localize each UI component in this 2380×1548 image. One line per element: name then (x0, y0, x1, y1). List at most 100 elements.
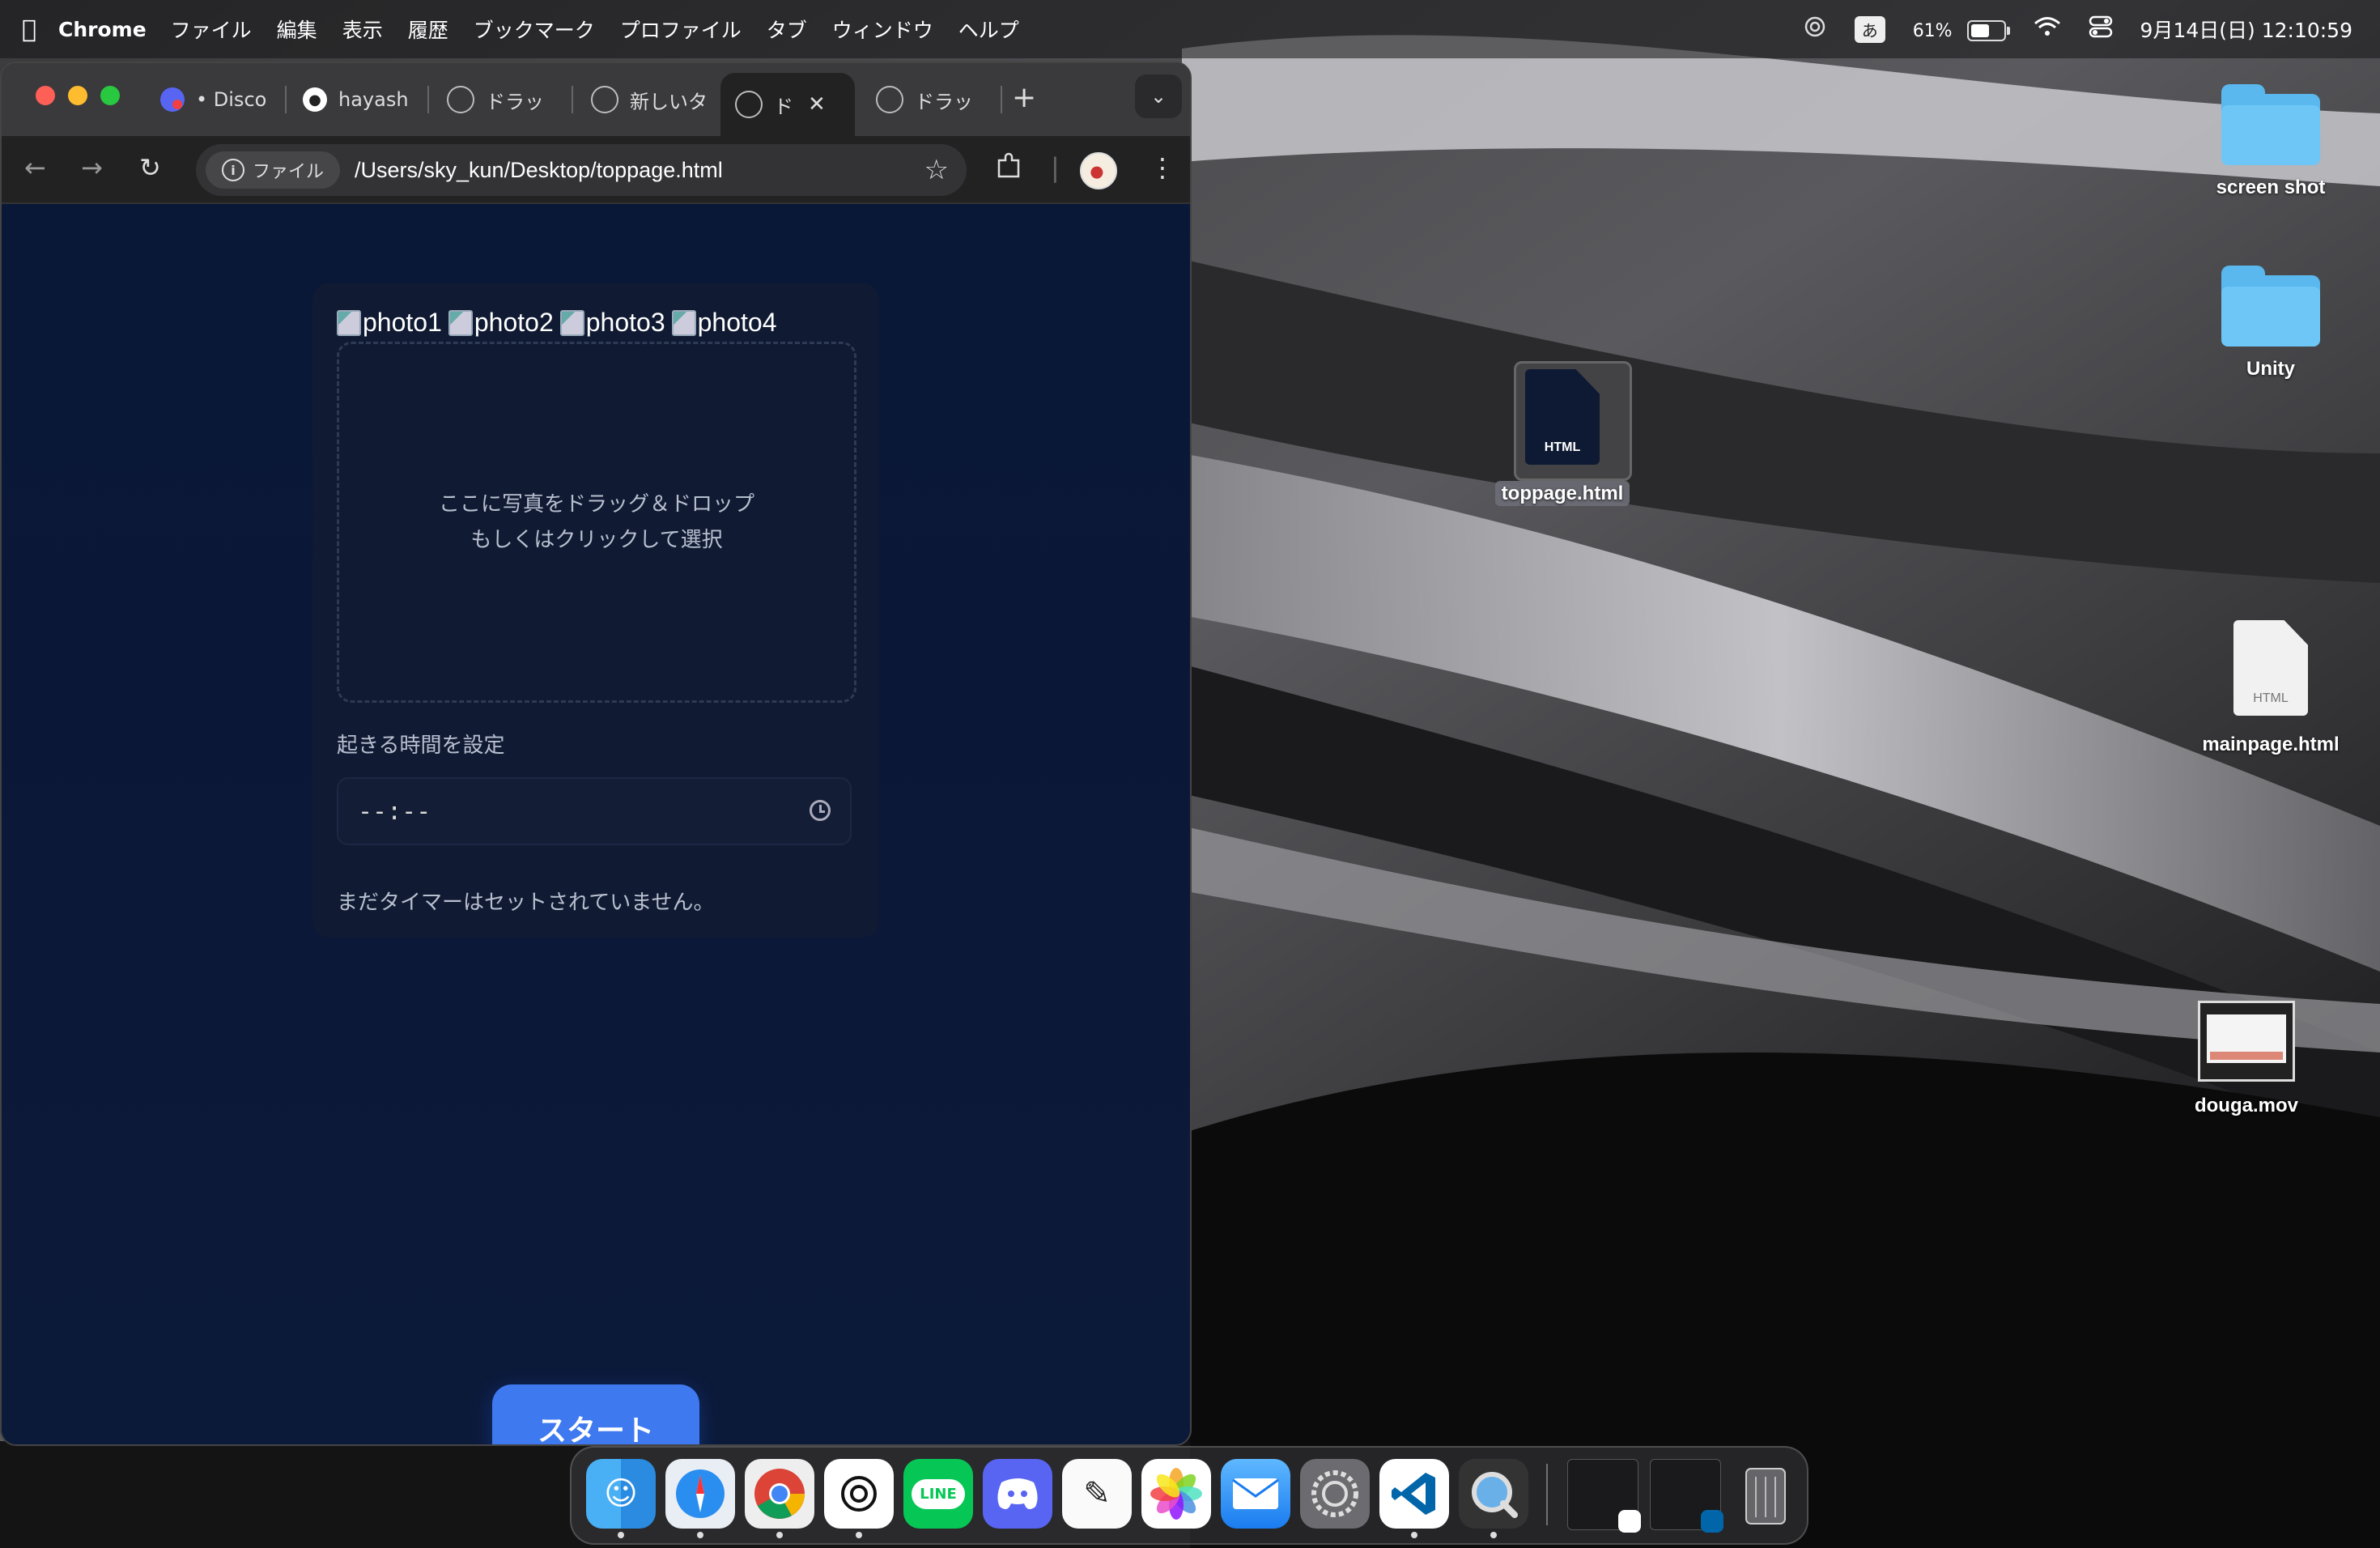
chatgpt-icon[interactable] (824, 1459, 894, 1529)
github-icon: ● (303, 87, 327, 112)
photo-image: photo1 (337, 308, 442, 338)
dock-separator (1546, 1464, 1548, 1525)
running-indicator (697, 1532, 703, 1538)
menu-edit[interactable]: 編集 (277, 15, 317, 44)
desktop-folder-screen-shot[interactable]: screen shot (2210, 84, 2331, 199)
broken-image-icon (448, 309, 473, 336)
wake-time-input[interactable]: --:-- (337, 777, 852, 845)
broken-image-icon (559, 309, 584, 336)
freeform-icon[interactable]: ✎ (1062, 1459, 1132, 1529)
html-file-icon: HTML (1525, 369, 1600, 465)
menu-view[interactable]: 表示 (342, 15, 383, 44)
discord-icon (160, 87, 185, 112)
safari-icon[interactable] (665, 1459, 735, 1529)
quicktime-icon[interactable] (1459, 1459, 1528, 1529)
tab-label: ドラッ (915, 90, 973, 113)
vscode-icon[interactable] (1379, 1459, 1449, 1529)
tab-github[interactable]: ● hayash (303, 73, 416, 126)
apple-menu-icon[interactable]:  (0, 15, 58, 44)
profile-avatar[interactable] (1080, 152, 1117, 189)
desktop-file-mainpage[interactable]: HTML mainpage.html (2194, 620, 2348, 756)
forward-arrow-icon[interactable]: → (81, 152, 103, 183)
chrome-window: • Disco ● hayash ドラッ 新しいタ ド ✕ ドラッ + ⌄ ← … (0, 62, 1192, 1446)
tab-separator (427, 86, 429, 113)
desktop-icon-label: screen shot (2216, 176, 2326, 198)
desktop-folder-unity[interactable]: Unity (2210, 266, 2331, 381)
vscode-window-thumbnail[interactable] (1650, 1459, 1723, 1533)
toolbar-divider: | (1051, 152, 1060, 183)
wifi-icon[interactable] (2034, 16, 2061, 42)
tab-discord[interactable]: • Disco (160, 73, 274, 126)
menu-bar:  Chrome ファイル 編集 表示 履歴 ブックマーク プロファイル タブ … (0, 0, 2380, 58)
line-icon-text: LINE (912, 1478, 965, 1509)
chrome-icon[interactable] (745, 1459, 814, 1529)
battery-fill (1970, 23, 1989, 37)
tab-search-chevron-icon[interactable]: ⌄ (1135, 74, 1182, 118)
tab-label: 新しいタ (630, 90, 706, 113)
site-info-chip[interactable]: i ファイル (206, 151, 341, 189)
system-settings-icon[interactable] (1300, 1459, 1370, 1529)
globe-icon (447, 86, 474, 113)
video-thumbnail-icon (2198, 1001, 2295, 1082)
photo-alt-text: photo4 (697, 308, 777, 337)
desktop-icon-label: toppage.html (1494, 481, 1630, 506)
menu-window[interactable]: ウィンドウ (832, 15, 933, 44)
chatgpt-badge-icon (1618, 1510, 1641, 1533)
photo-row: photo1 photo2 photo3 photo4 (337, 308, 777, 338)
running-indicator (1411, 1532, 1417, 1538)
clock-icon[interactable] (810, 800, 831, 821)
extensions-puzzle-icon[interactable] (994, 152, 1023, 188)
desktop-icon-label: mainpage.html (2202, 734, 2340, 755)
zoom-window-button[interactable] (100, 86, 120, 105)
tab-new-tab[interactable]: 新しいタ (591, 73, 706, 126)
dock: ☺ LINE ✎ (570, 1446, 1808, 1545)
site-info-label: ファイル (253, 162, 325, 182)
trash-icon[interactable] (1731, 1459, 1800, 1529)
menu-bookmarks[interactable]: ブックマーク (474, 15, 595, 44)
photo-alt-text: photo1 (363, 308, 442, 337)
minimize-window-button[interactable] (68, 86, 87, 105)
photo-dropzone[interactable]: ここに写真をドラッグ＆ドロップ もしくはクリックして選択 (337, 342, 856, 703)
back-arrow-icon[interactable]: ← (24, 152, 46, 183)
menu-help[interactable]: ヘルプ (958, 15, 1019, 44)
tab-active[interactable]: ド ✕ (720, 73, 855, 136)
photos-icon[interactable] (1141, 1459, 1211, 1529)
chatgpt-window-thumbnail[interactable] (1567, 1459, 1641, 1533)
battery-indicator[interactable]: 61% (1913, 18, 2010, 41)
more-menu-icon[interactable]: ⋮ (1150, 152, 1175, 183)
desktop-file-douga[interactable]: douga.mov (2178, 1001, 2315, 1117)
menu-tab[interactable]: タブ (767, 15, 807, 44)
desktop-icon-label: douga.mov (2194, 1095, 2298, 1116)
mail-icon[interactable] (1221, 1459, 1290, 1529)
address-url[interactable]: /Users/sky_kun/Desktop/toppage.html (355, 158, 723, 183)
discord-icon[interactable] (983, 1459, 1052, 1529)
input-method-indicator[interactable]: あ (1854, 15, 1885, 43)
menu-app-name[interactable]: Chrome (58, 18, 147, 41)
tab-separator (285, 86, 287, 113)
start-button[interactable]: スタート (492, 1384, 699, 1444)
menu-history[interactable]: 履歴 (408, 15, 448, 44)
tab-label: ドラッ (486, 90, 544, 113)
line-icon[interactable]: LINE (903, 1459, 973, 1529)
chatgpt-menubar-icon[interactable] (1803, 15, 1827, 44)
reload-icon[interactable]: ↻ (139, 152, 161, 183)
control-center-icon[interactable] (2089, 15, 2113, 43)
info-icon: i (222, 159, 244, 181)
address-bar[interactable]: i ファイル /Users/sky_kun/Desktop/toppage.ht… (196, 144, 967, 196)
close-tab-icon[interactable]: ✕ (808, 92, 826, 117)
tab-drag-1[interactable]: ドラッ (447, 73, 560, 126)
tab-drag-2[interactable]: ドラッ (876, 73, 997, 126)
bookmark-star-icon[interactable]: ☆ (924, 154, 949, 186)
new-tab-plus-icon[interactable]: + (1012, 81, 1036, 114)
battery-icon (1966, 19, 2010, 41)
finder-icon[interactable]: ☺ (586, 1459, 656, 1529)
close-window-button[interactable] (36, 86, 55, 105)
wake-time-label: 起きる時間を設定 (337, 734, 505, 758)
menubar-clock[interactable]: 9月14日(日) 12:10:59 (2140, 15, 2352, 44)
menu-profiles[interactable]: プロファイル (620, 15, 742, 44)
tab-separator (1001, 86, 1002, 113)
page-viewport: photo1 photo2 photo3 photo4 ここに写真をドラッグ＆ド… (2, 204, 1190, 1444)
globe-icon (876, 86, 903, 113)
menu-file[interactable]: ファイル (171, 15, 252, 44)
desktop-file-toppage[interactable]: HTML toppage.html (1490, 361, 1635, 506)
